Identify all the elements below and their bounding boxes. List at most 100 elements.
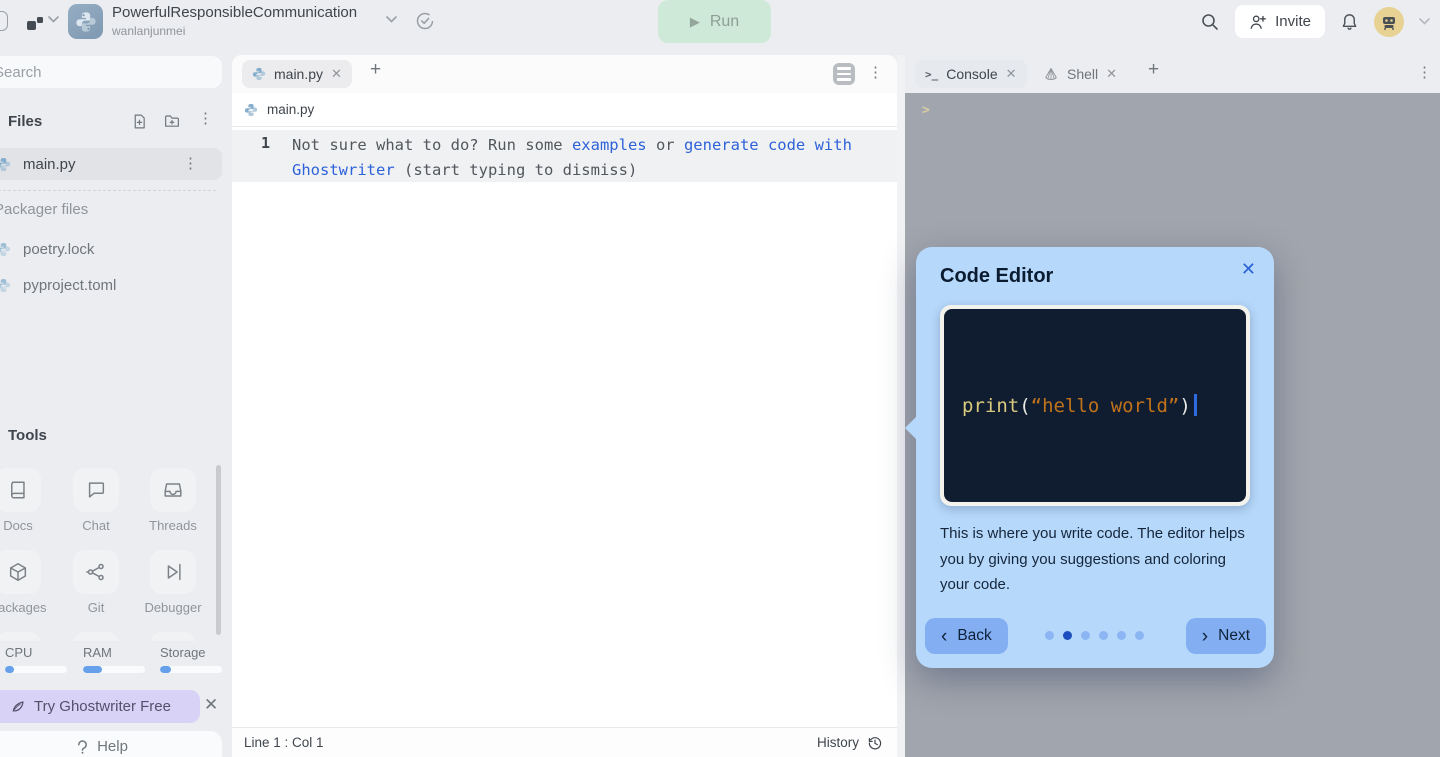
account-menu-chevron-icon[interactable]	[1419, 18, 1430, 25]
file-item-pyproject-toml[interactable]: pyproject.toml	[0, 269, 222, 301]
left-sidebar: Files ⋮ main.py ⋮ Packager files poetry.…	[0, 43, 230, 757]
invite-button[interactable]: Invite	[1235, 5, 1325, 38]
terminal-icon: >_	[925, 68, 938, 81]
tool-label-debugger: Debugger	[138, 600, 208, 615]
tour-step-dot-5[interactable]	[1117, 631, 1126, 640]
files-menu-kebab-icon[interactable]: ⋮	[198, 111, 213, 126]
close-tab-icon[interactable]: ✕	[331, 66, 342, 82]
next-button[interactable]: › Next	[1186, 618, 1266, 654]
tour-step-dot-4[interactable]	[1099, 631, 1108, 640]
file-item-main-py[interactable]: main.py ⋮	[0, 148, 222, 180]
person-plus-icon	[1249, 13, 1267, 31]
git-icon	[85, 561, 107, 583]
editor-tab-main-py[interactable]: main.py ✕	[242, 60, 352, 88]
packages-icon	[7, 561, 29, 583]
new-tab-icon[interactable]: +	[370, 59, 381, 81]
ghost-link[interactable]: Ghostwriter	[292, 161, 395, 179]
meter-ram: RAM	[83, 645, 147, 673]
back-label: Back	[957, 627, 991, 645]
new-console-tab-icon[interactable]: +	[1148, 59, 1159, 81]
history-button[interactable]: History	[817, 735, 883, 751]
tool-tile-chat[interactable]	[73, 468, 119, 512]
meter-fill	[5, 666, 14, 673]
tool-tile-debugger[interactable]	[150, 550, 196, 594]
close-shell-tab-icon[interactable]: ✕	[1106, 66, 1117, 82]
chevron-down-icon[interactable]	[48, 16, 59, 23]
code-preview-frame: print(“hello world”)	[940, 305, 1250, 506]
tool-tile-packages[interactable]	[0, 550, 41, 594]
top-bar: PowerfulResponsibleCommunication wanlanj…	[0, 0, 1440, 43]
dismiss-ghostwriter-icon[interactable]: ✕	[204, 695, 218, 715]
pagination-dots	[1045, 631, 1145, 640]
tool-tile-threads[interactable]	[150, 468, 196, 512]
close-console-tab-icon[interactable]: ✕	[1006, 66, 1017, 82]
search-input[interactable]	[0, 56, 222, 88]
ghostwriter-placeholder-text: Not sure what to do? Run some examples o…	[292, 133, 852, 183]
chevron-right-icon: ›	[1202, 627, 1208, 646]
tab-console[interactable]: >_ Console ✕	[915, 60, 1027, 88]
chevron-left-icon: ‹	[941, 627, 947, 646]
replit-logo-icon[interactable]	[25, 12, 45, 32]
threads-icon	[162, 479, 184, 501]
file-item-poetry-lock[interactable]: poetry.lock	[0, 233, 222, 265]
editor-status-bar: Line 1 : Col 1 History	[232, 727, 897, 757]
packager-files-header: Packager files	[0, 201, 88, 218]
editor-menu-kebab-icon[interactable]: ⋮	[868, 65, 883, 80]
tour-step-dot-6[interactable]	[1135, 631, 1144, 640]
add-file-icon[interactable]	[131, 113, 148, 130]
tool-label-git: Git	[61, 600, 131, 615]
run-button[interactable]: ▶ Run	[658, 0, 771, 43]
project-owner: wanlanjunmei	[112, 25, 357, 38]
run-label: Run	[710, 13, 739, 31]
code-area[interactable]: 1 Not sure what to do? Run some examples…	[232, 127, 897, 727]
files-divider	[0, 190, 216, 191]
project-info: PowerfulResponsibleCommunication wanlanj…	[112, 5, 357, 38]
popup-description: This is where you write code. The editor…	[940, 521, 1256, 598]
try-ghostwriter-button[interactable]: Try Ghostwriter Free	[0, 690, 200, 723]
ghost-link[interactable]: examples	[572, 136, 647, 154]
python-file-icon	[0, 278, 11, 293]
history-clock-icon	[867, 735, 883, 751]
meter-bar	[160, 666, 222, 673]
tool-label-packages: Packages	[0, 600, 53, 615]
code-preview: print(“hello world”)	[944, 309, 1246, 502]
add-folder-icon[interactable]	[163, 113, 181, 130]
user-avatar[interactable]	[1374, 7, 1404, 37]
project-menu-chevron-icon[interactable]	[386, 16, 397, 23]
file-menu-kebab-icon[interactable]: ⋮	[183, 156, 198, 171]
console-menu-kebab-icon[interactable]: ⋮	[1417, 65, 1432, 80]
tool-tile-git[interactable]	[73, 550, 119, 594]
tour-step-dot-1[interactable]	[1045, 631, 1054, 640]
next-label: Next	[1218, 627, 1250, 645]
code-token-str: “hello world”	[1031, 395, 1180, 417]
meter-label: CPU	[5, 645, 69, 660]
breadcrumb-label: main.py	[267, 102, 314, 117]
breadcrumb[interactable]: main.py	[232, 93, 897, 127]
search-icon[interactable]	[1200, 12, 1220, 32]
editor-layout-icon[interactable]	[833, 63, 855, 85]
ghost-text: or	[647, 136, 684, 154]
window-control-icon[interactable]	[0, 11, 8, 31]
python-file-icon	[252, 67, 266, 81]
cursor-position: Line 1 : Col 1	[244, 735, 324, 750]
ghost-link[interactable]: generate code with	[684, 136, 852, 154]
meter-bar	[5, 666, 67, 673]
python-file-icon	[0, 157, 11, 172]
tool-tile-docs[interactable]	[0, 468, 41, 512]
code-token-fn: print	[962, 395, 1019, 417]
tab-shell[interactable]: Shell ✕	[1033, 60, 1127, 88]
panel-divider[interactable]	[897, 55, 905, 757]
popup-title: Code Editor	[940, 265, 1053, 288]
tour-step-dot-3[interactable]	[1081, 631, 1090, 640]
notifications-bell-icon[interactable]	[1340, 12, 1359, 32]
help-button[interactable]: Help	[0, 731, 222, 757]
close-popup-icon[interactable]: ✕	[1241, 259, 1256, 280]
help-label: Help	[97, 738, 128, 755]
sidebar-scrollbar[interactable]	[216, 465, 221, 635]
tools-section-header: Tools	[8, 427, 47, 444]
code-token-paren: )	[1179, 395, 1190, 417]
back-button[interactable]: ‹ Back	[925, 618, 1008, 654]
meter-bar	[83, 666, 145, 673]
robot-avatar-icon	[1379, 12, 1399, 32]
tour-step-dot-2[interactable]	[1063, 631, 1072, 640]
